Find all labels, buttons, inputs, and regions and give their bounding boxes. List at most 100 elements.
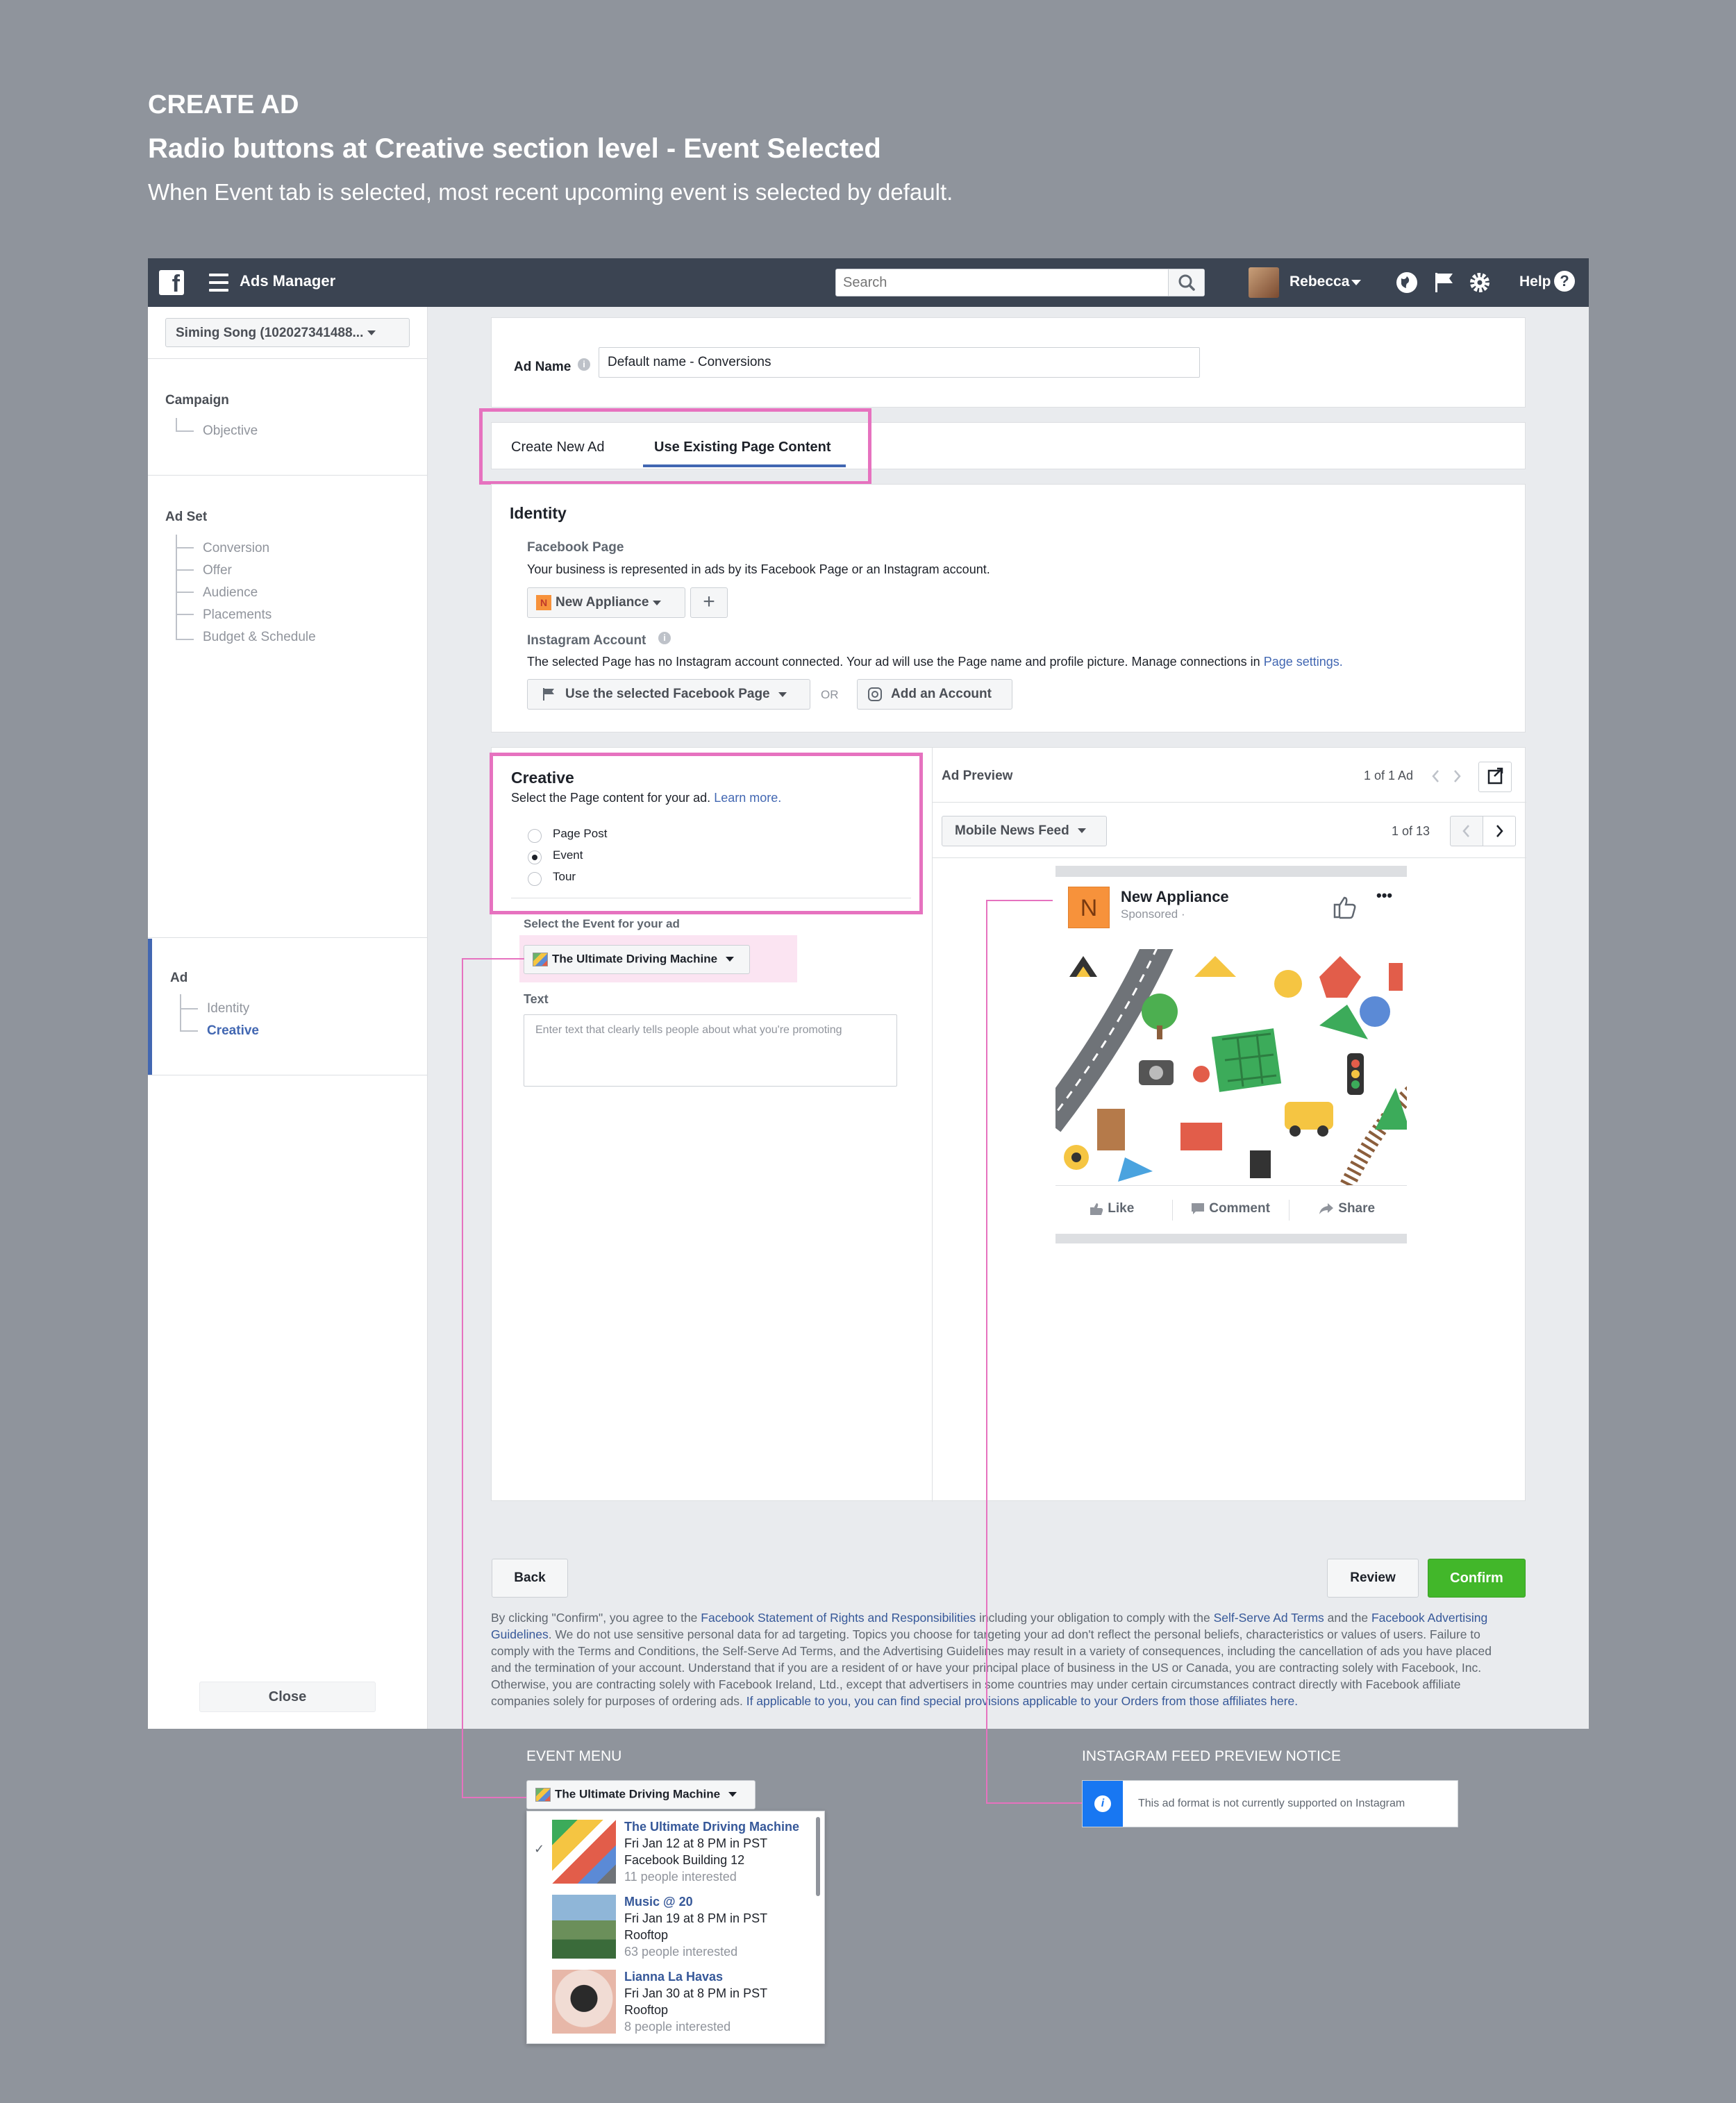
- ads-manager-window: f Ads Manager Rebecca Help ? Siming Song…: [148, 258, 1589, 1729]
- account-select[interactable]: Siming Song (102027341488...: [165, 318, 410, 347]
- open-preview-button[interactable]: [1478, 762, 1512, 792]
- sidebar-heading-ad[interactable]: Ad: [170, 971, 187, 986]
- placement-label: Mobile News Feed: [955, 823, 1069, 838]
- event-thumbnail: [552, 1895, 616, 1959]
- text-label: Text: [524, 992, 549, 1006]
- help-link[interactable]: Help: [1519, 274, 1551, 290]
- or-separator: OR: [821, 688, 839, 701]
- preview-bottom-bar: [1055, 1234, 1407, 1243]
- facebook-page-select[interactable]: N New Appliance: [527, 587, 685, 618]
- back-button[interactable]: Back: [492, 1559, 568, 1598]
- event-title: Music @ 20: [624, 1895, 693, 1909]
- ad-text-input[interactable]: Enter text that clearly tells people abo…: [524, 1014, 897, 1087]
- page-settings-link[interactable]: Page settings.: [1264, 655, 1343, 669]
- search-button[interactable]: [1168, 269, 1204, 296]
- divider: [148, 358, 428, 359]
- header-line-2: Radio buttons at Creative section level …: [148, 133, 881, 164]
- app-title[interactable]: Ads Manager: [240, 272, 335, 290]
- event-option[interactable]: ✓ The Ultimate Driving Machine Fri Jan 1…: [527, 1811, 812, 1886]
- sidebar-item-offer[interactable]: Offer: [203, 563, 232, 578]
- event-title: Lianna La Havas: [624, 1970, 724, 1984]
- facebook-page-label: Facebook Page: [527, 540, 624, 555]
- event-select[interactable]: The Ultimate Driving Machine: [524, 945, 750, 974]
- flag-icon[interactable]: [1431, 270, 1456, 295]
- preview-top-bar: [1055, 866, 1407, 877]
- account-name: Siming Song (102027341488...: [176, 326, 364, 340]
- scrollbar[interactable]: [816, 1817, 820, 1896]
- placement-select[interactable]: Mobile News Feed: [942, 816, 1107, 846]
- chevron-down-icon: [778, 692, 787, 697]
- identity-title: Identity: [510, 504, 567, 522]
- event-option[interactable]: Lianna La Havas Fri Jan 30 at 8 PM in PS…: [527, 1961, 812, 2036]
- confirm-button[interactable]: Confirm: [1428, 1559, 1526, 1598]
- menu-icon[interactable]: [209, 274, 228, 292]
- instagram-account-label: Instagram Account: [527, 633, 646, 648]
- sidebar-item-budget-schedule[interactable]: Budget & Schedule: [203, 630, 316, 645]
- gear-icon[interactable]: [1467, 270, 1492, 295]
- facebook-logo-icon[interactable]: f: [159, 270, 184, 295]
- sidebar-item-audience[interactable]: Audience: [203, 585, 258, 601]
- event-thumbnail: [552, 1820, 616, 1884]
- legal-link-affiliates[interactable]: If applicable to you, you can find speci…: [746, 1694, 1298, 1708]
- placement-prev-button[interactable]: [1450, 816, 1483, 846]
- share-icon: [1319, 1203, 1333, 1214]
- globe-icon[interactable]: [1394, 270, 1419, 295]
- event-interest: 63 people interested: [624, 1945, 738, 1959]
- thumbs-up-icon: [1333, 896, 1356, 919]
- use-selected-page-select[interactable]: Use the selected Facebook Page: [527, 679, 810, 710]
- add-page-button[interactable]: +: [690, 587, 728, 618]
- sidebar-item-identity[interactable]: Identity: [207, 1001, 249, 1016]
- event-option[interactable]: Music @ 20 Fri Jan 19 at 8 PM in PST Roo…: [527, 1886, 812, 1961]
- event-select-label: The Ultimate Driving Machine: [552, 952, 718, 966]
- top-bar: f Ads Manager Rebecca Help ?: [148, 258, 1589, 307]
- preview-action-bar: Like Comment Share: [1055, 1185, 1407, 1234]
- sidebar-item-objective[interactable]: Objective: [203, 424, 258, 439]
- chevron-down-icon: [1077, 828, 1086, 834]
- add-instagram-account-button[interactable]: Add an Account: [857, 679, 1012, 710]
- tree-branch: [176, 418, 194, 432]
- chevron-right-icon[interactable]: [1450, 769, 1464, 784]
- sidebar-item-conversion[interactable]: Conversion: [203, 541, 269, 556]
- placement-next-button[interactable]: [1483, 816, 1516, 846]
- connector-line: [986, 900, 1053, 901]
- instagram-icon: [868, 687, 882, 701]
- help-icon[interactable]: ?: [1554, 271, 1575, 292]
- info-icon[interactable]: i: [578, 358, 590, 371]
- instagram-notice: i This ad format is not currently suppor…: [1082, 1780, 1458, 1827]
- divider: [932, 857, 1526, 858]
- review-button[interactable]: Review: [1327, 1559, 1419, 1598]
- like-label: Like: [1108, 1201, 1135, 1216]
- search-box: [835, 269, 1205, 296]
- search-input[interactable]: [836, 269, 1162, 296]
- legal-link-statement[interactable]: Facebook Statement of Rights and Respons…: [701, 1611, 976, 1625]
- tree-branch: [176, 623, 194, 640]
- calendar-icon: [535, 1787, 551, 1802]
- close-button[interactable]: Close: [199, 1682, 376, 1712]
- share-label: Share: [1338, 1201, 1376, 1216]
- event-menu-select[interactable]: The Ultimate Driving Machine: [526, 1780, 756, 1809]
- legal-text-1: By clicking "Confirm", you agree to the: [491, 1611, 701, 1625]
- user-caret-icon[interactable]: [1351, 280, 1361, 285]
- like-action: Like: [1089, 1201, 1134, 1216]
- user-name[interactable]: Rebecca: [1290, 274, 1349, 290]
- legal-text-3: and the: [1324, 1611, 1371, 1625]
- highlight-creative: [490, 753, 923, 914]
- info-icon[interactable]: i: [658, 632, 671, 644]
- divider: [1172, 1200, 1173, 1221]
- instagram-description-text: The selected Page has no Instagram accou…: [527, 655, 1260, 669]
- preview-header: N New Appliance Sponsored · •••: [1055, 877, 1407, 949]
- sidebar-heading-campaign[interactable]: Campaign: [165, 393, 229, 408]
- ad-name-panel: Ad Name i Default name - Conversions: [491, 317, 1526, 408]
- legal-link-self-serve[interactable]: Self-Serve Ad Terms: [1214, 1611, 1324, 1625]
- sidebar-item-placements[interactable]: Placements: [203, 608, 272, 623]
- sidebar: Siming Song (102027341488... Campaign Ob…: [148, 307, 428, 1729]
- user-avatar[interactable]: [1249, 267, 1279, 298]
- ad-name-label: Ad Name: [514, 360, 571, 374]
- chevron-down-icon: [653, 600, 662, 605]
- tree-branch: [180, 994, 198, 1009]
- sidebar-item-creative[interactable]: Creative: [207, 1023, 259, 1039]
- chevron-left-icon[interactable]: [1429, 769, 1443, 784]
- sidebar-heading-ad-set[interactable]: Ad Set: [165, 510, 207, 525]
- ad-name-input[interactable]: Default name - Conversions: [599, 347, 1200, 378]
- flag-icon: [543, 688, 554, 701]
